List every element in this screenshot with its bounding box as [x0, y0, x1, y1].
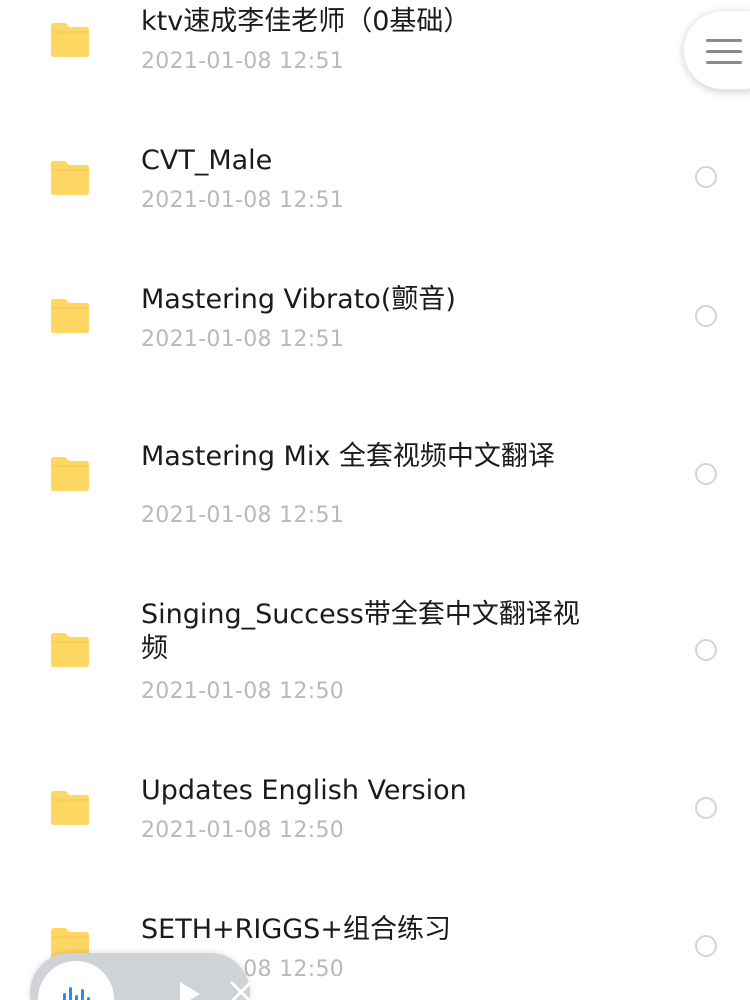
folder-icon — [48, 298, 92, 334]
waveform-button[interactable] — [38, 961, 114, 1000]
folder-icon — [48, 790, 92, 826]
select-checkbox[interactable] — [695, 639, 717, 661]
menu-icon — [706, 39, 742, 65]
play-icon — [180, 982, 200, 1000]
file-date: 2021-01-08 12:50 — [141, 818, 345, 843]
file-name: Singing_Success带全套中文翻译视频 — [141, 599, 580, 664]
file-name: CVT_Male — [141, 145, 273, 176]
list-item[interactable]: Mastering Vibrato(颤音) 2021-01-08 12:51 — [0, 260, 750, 400]
folder-icon — [48, 632, 92, 668]
file-name: SETH+RIGGS+组合练习 — [141, 914, 451, 945]
select-checkbox[interactable] — [695, 305, 717, 327]
file-list: ktv速成李佳老师（0基础） 2021-01-08 12:51 CVT_Male… — [0, 0, 750, 1000]
file-name: Mastering Mix 全套视频中文翻译 — [141, 441, 555, 472]
list-item[interactable]: CVT_Male 2021-01-08 12:51 — [0, 120, 750, 260]
mini-player — [30, 953, 252, 1000]
list-item[interactable]: Singing_Success带全套中文翻译视频 2021-01-08 12:5… — [0, 570, 750, 745]
folder-icon — [48, 160, 92, 196]
waveform-icon — [63, 987, 90, 1000]
file-date: 2021-01-08 12:51 — [141, 503, 345, 528]
list-item[interactable]: Mastering Mix 全套视频中文翻译 2021-01-08 12:51 — [0, 400, 750, 570]
close-icon — [230, 981, 252, 1000]
play-button[interactable] — [174, 979, 204, 1000]
file-date: 2021-01-08 12:51 — [141, 327, 345, 352]
file-date: 2021-01-08 12:51 — [141, 188, 345, 213]
folder-icon — [48, 22, 92, 58]
file-name: ktv速成李佳老师（0基础） — [141, 6, 471, 37]
file-date: 2021-01-08 12:51 — [141, 49, 345, 74]
folder-icon — [48, 456, 92, 492]
select-checkbox[interactable] — [695, 935, 717, 957]
select-checkbox[interactable] — [695, 463, 717, 485]
select-checkbox[interactable] — [695, 797, 717, 819]
file-name: Updates English Version — [141, 775, 467, 806]
file-date: 2021-01-08 12:50 — [141, 679, 345, 704]
list-item[interactable]: ktv速成李佳老师（0基础） 2021-01-08 12:51 — [0, 0, 750, 120]
select-checkbox[interactable] — [695, 166, 717, 188]
list-item[interactable]: Updates English Version 2021-01-08 12:50 — [0, 745, 750, 885]
file-name: Mastering Vibrato(颤音) — [141, 284, 456, 315]
close-button[interactable] — [228, 979, 254, 1000]
